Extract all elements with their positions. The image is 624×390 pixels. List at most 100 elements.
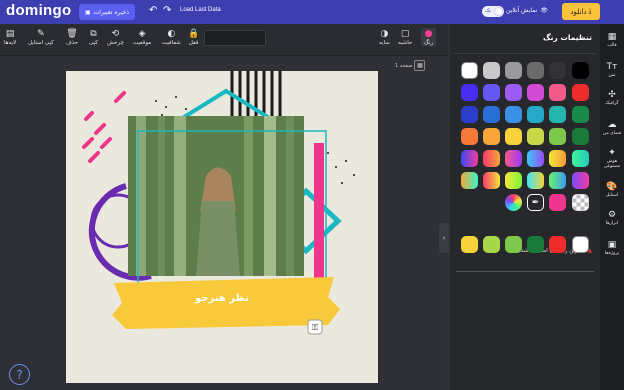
gradient-swatch[interactable] — [527, 172, 544, 189]
cloud-upload-icon: ☁ — [607, 120, 617, 130]
position-icon: ◈ — [138, 29, 146, 39]
selected-color-swatch[interactable] — [549, 194, 566, 211]
sidebar-item-tools[interactable]: ⚙ ابزارها — [600, 210, 624, 226]
color-swatch[interactable] — [461, 128, 478, 145]
recent-color-swatch[interactable] — [483, 236, 500, 253]
save-changes-button[interactable]: ▣ ذخیره تغییرات — [79, 4, 135, 20]
color-picker-swatch[interactable] — [505, 194, 522, 211]
shadow-icon: ◑ — [380, 29, 389, 39]
template-icon: ▦ — [607, 32, 617, 42]
color-swatch[interactable] — [527, 106, 544, 123]
gradient-swatch[interactable] — [527, 150, 544, 167]
color-swatch[interactable] — [527, 128, 544, 145]
sidebar-label: هوش مصنوعی — [603, 159, 621, 169]
position-label: موقعیت — [133, 40, 152, 46]
page-label: صفحه 1 ▦ — [395, 60, 426, 71]
transparency-label: شفافیت — [162, 40, 181, 46]
page-grid-icon[interactable]: ▦ — [414, 60, 426, 71]
sidebar-item-projects[interactable]: ▣ پروژه‌ها — [600, 240, 624, 256]
shadow-tool[interactable]: ◑ سایه — [379, 28, 390, 46]
color-swatch[interactable] — [483, 128, 500, 145]
gradient-swatch[interactable] — [461, 172, 478, 189]
color-swatch[interactable] — [483, 62, 500, 79]
right-sidebar: ▦ قالب Tт متن ✣ گرافیک ☁ فضای من ✦ هوش مصنوعی… — [600, 24, 624, 390]
color-swatch[interactable] — [483, 106, 500, 123]
stroke-tool[interactable]: ▢ حاشیه — [398, 28, 412, 46]
position-input[interactable] — [204, 30, 266, 46]
color-swatch[interactable] — [572, 62, 589, 79]
position-tool[interactable]: ◈ موقعیت — [133, 28, 151, 46]
design-page[interactable]: نظر هنرجو ⚿ — [66, 71, 378, 383]
toggle-knob — [494, 7, 503, 16]
color-swatch[interactable] — [549, 128, 566, 145]
copy-tool[interactable]: ⧉ کپی — [89, 28, 98, 46]
transparency-tool[interactable]: ◐ شفافیت — [162, 28, 181, 46]
recent-color-swatch[interactable] — [527, 236, 544, 253]
color-swatch[interactable] — [505, 106, 522, 123]
color-swatch[interactable] — [461, 84, 478, 101]
eye-icon: 👁 — [540, 7, 548, 14]
recent-color-swatch[interactable] — [549, 236, 566, 253]
recent-color-swatch[interactable] — [572, 236, 589, 253]
sidebar-item-ai[interactable]: ✦ هوش مصنوعی — [600, 148, 624, 169]
sidebar-item-graphics[interactable]: ✣ گرافیک — [600, 90, 624, 106]
color-swatch[interactable] — [572, 84, 589, 101]
color-swatch[interactable] — [505, 62, 522, 79]
sidebar-label: فضای من — [602, 131, 622, 136]
color-label: رنگ — [424, 40, 434, 46]
gradient-swatch[interactable] — [572, 150, 589, 167]
sidebar-label: پروژه‌ها — [604, 251, 620, 256]
online-preview-label[interactable]: نمایش آنلاین 👁 — [506, 7, 548, 14]
download-button[interactable]: دانلود ⤓ — [562, 3, 600, 20]
color-swatch[interactable] — [461, 62, 478, 79]
load-last-data-link[interactable]: Load Last Data — [180, 7, 221, 13]
color-swatch[interactable] — [527, 62, 544, 79]
gradient-swatch[interactable] — [549, 172, 566, 189]
color-swatch[interactable] — [483, 84, 500, 101]
color-swatch[interactable] — [549, 84, 566, 101]
text-icon: Tт — [606, 62, 618, 72]
color-swatch[interactable] — [572, 128, 589, 145]
gradient-swatch[interactable] — [505, 150, 522, 167]
sidebar-item-template[interactable]: ▦ قالب — [600, 32, 624, 48]
graphics-icon: ✣ — [608, 90, 616, 100]
gradient-swatch[interactable] — [483, 172, 500, 189]
recent-color-swatch[interactable] — [461, 236, 478, 253]
online-preview-toggle[interactable]: یک — [482, 6, 504, 17]
panel-divider — [454, 53, 596, 54]
color-tool[interactable]: ● رنگ — [421, 28, 437, 46]
sidebar-item-style[interactable]: 🎨 استایل — [600, 182, 624, 198]
palette-icon: 🎨 — [606, 182, 618, 192]
gradient-swatch[interactable] — [483, 150, 500, 167]
eyedropper-icon[interactable]: ✒ — [527, 194, 544, 211]
gradient-swatch[interactable] — [461, 150, 478, 167]
delete-tool[interactable]: 🗑 حذف — [66, 28, 78, 46]
sidebar-item-text[interactable]: Tт متن — [600, 62, 624, 78]
panel-bottom-divider — [456, 271, 594, 272]
transparent-swatch[interactable] — [572, 194, 589, 211]
gradient-swatch[interactable] — [549, 150, 566, 167]
panel-title: تنظیمات رنگ — [542, 33, 592, 42]
layers-tool[interactable]: ▤ لایه‌ها — [4, 28, 16, 46]
lock-tool[interactable]: 🔒 قفل — [188, 28, 199, 46]
collapse-panel-button[interactable]: ‹ — [439, 223, 449, 253]
gradient-swatch[interactable] — [572, 172, 589, 189]
gradient-swatch[interactable] — [505, 172, 522, 189]
sidebar-item-my-space[interactable]: ☁ فضای من — [600, 120, 624, 136]
color-swatch[interactable] — [572, 106, 589, 123]
brush-icon: ✎ — [37, 29, 45, 39]
copy-style-tool[interactable]: ✎ کپی استایل — [28, 28, 54, 46]
recent-color-swatch[interactable] — [505, 236, 522, 253]
undo-icon[interactable]: ↶ — [149, 5, 157, 16]
color-swatch[interactable] — [527, 84, 544, 101]
help-button[interactable]: ? — [9, 364, 30, 385]
rotate-tool[interactable]: ⟲ چرخش — [107, 28, 124, 46]
color-swatch[interactable] — [549, 62, 566, 79]
color-swatch[interactable] — [505, 84, 522, 101]
copy-label: کپی — [89, 40, 98, 46]
color-swatch[interactable] — [505, 128, 522, 145]
color-swatch[interactable] — [461, 106, 478, 123]
color-swatch[interactable] — [549, 106, 566, 123]
redo-icon[interactable]: ↷ — [163, 5, 171, 16]
color-dot-icon: ● — [424, 29, 433, 39]
